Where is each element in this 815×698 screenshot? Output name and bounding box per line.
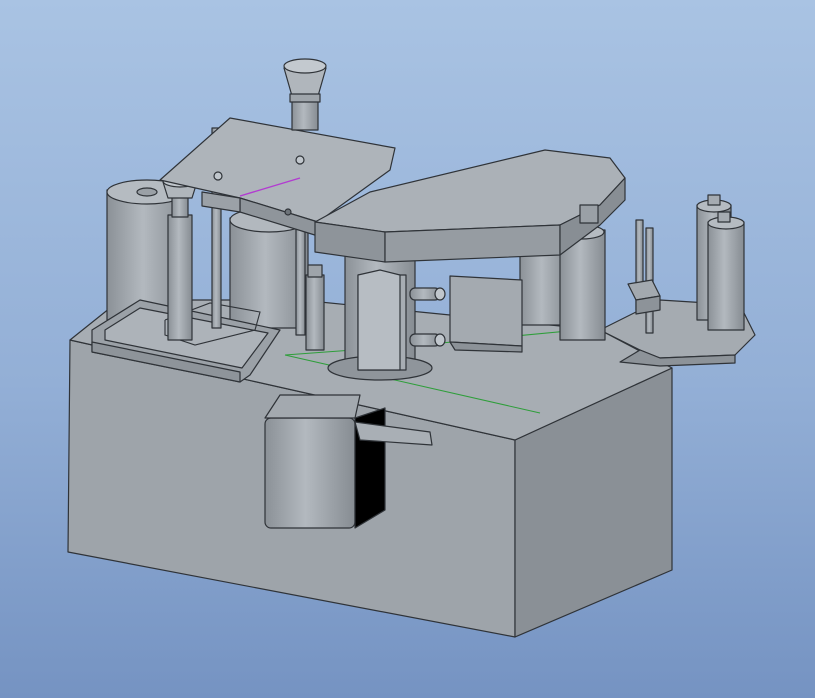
labeling-machine-3d-model[interactable] xyxy=(0,0,815,698)
center-posts xyxy=(305,264,325,351)
right-small-rolls xyxy=(696,194,745,331)
top-knob-post xyxy=(283,58,327,131)
cad-viewport[interactable] xyxy=(0,0,815,698)
